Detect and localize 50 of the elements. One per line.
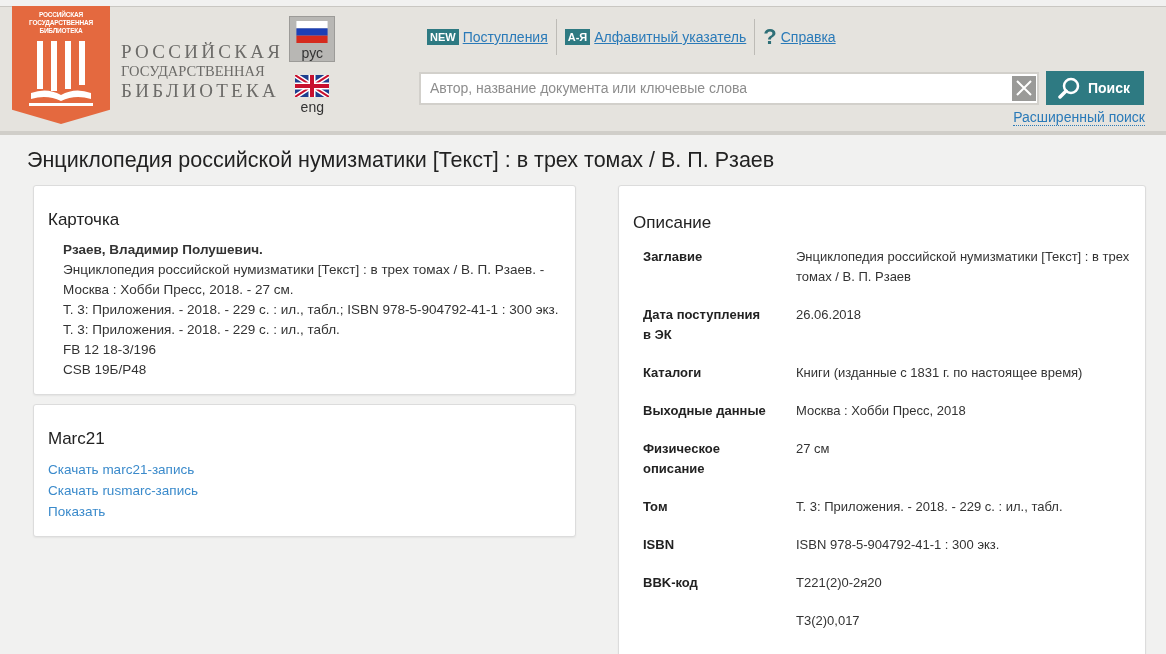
page-title: Энциклопедия российской нумизматики [Текст] : в трех томах / В. П. Рзаев [27, 148, 776, 173]
field-value: Т. 3: Приложения. - 2018. - 229 с. : ил., табл. [796, 498, 1064, 516]
field-label: Заглавие [643, 249, 703, 264]
columns-book-drawing [29, 41, 93, 107]
clear-button[interactable] [1012, 75, 1036, 101]
record-line: Т. 3: Приложения. - 2018. - 229 с. : ил., табл.; ISBN 978-5-904792-41-1 : 300 экз. [63, 301, 560, 319]
search-icon [1058, 77, 1082, 99]
field-label: BBK-код [643, 575, 698, 590]
field-value: 27 см [796, 440, 831, 458]
field-value: ISBN 978-5-904792-41-1 : 300 экз. [796, 536, 1001, 554]
flag-icon [295, 75, 330, 97]
card-heading: Карточка [48, 210, 121, 230]
help-icon: ? [763, 26, 777, 48]
field-label: Том [643, 499, 668, 514]
field-label: Каталоги [643, 365, 702, 380]
field-value: Т3(2)0,017 [796, 612, 861, 630]
language-option[interactable]: eng [289, 70, 336, 116]
download-link[interactable]: Скачать marc21-запись [48, 462, 195, 477]
nav-link[interactable]: Алфавитный указатель [594, 29, 747, 45]
flag-icon [295, 21, 330, 43]
field-label: Дата поступления в ЭК [643, 307, 761, 342]
field-label: Выходные данные [643, 403, 766, 418]
field-value: Москва : Хобби Пресс, 2018 [796, 402, 967, 420]
library-name: РОССИЙСКАЯ [121, 41, 284, 62]
author-name: Рзаев, Владимир Полушевич. [63, 241, 264, 259]
field-label: Физическое описание [643, 441, 720, 476]
field-value: Энциклопедия российской нумизматики [Текст] : в трех томах / В. П. Рзаев [796, 248, 1131, 286]
card-heading: Marc21 [48, 429, 106, 449]
language-option[interactable]: рус [289, 16, 336, 62]
field-value: 26.06.2018 [796, 306, 863, 324]
download-link[interactable]: Показать [48, 504, 106, 519]
nav-link[interactable]: Поступления [462, 29, 548, 45]
library-name: ГОСУДАРСТВЕННАЯ [121, 62, 266, 80]
record-line: Энциклопедия российской нумизматики [Текст] : в трех томах / В. П. Рзаев. - Москва : Хобби Пресс, 2018. - 27 см. [63, 261, 546, 299]
library-name: БИБЛИОТЕКА [121, 80, 280, 101]
card-heading: Описание [633, 213, 713, 233]
search-button[interactable]: Поиск [1046, 71, 1144, 105]
label-badge: А-Я [564, 29, 591, 45]
nav-link[interactable]: Справка [780, 29, 836, 45]
record-line: FB 12 18-3/196 [63, 341, 158, 359]
download-link[interactable]: Скачать rusmarc-запись [48, 483, 198, 498]
advanced-search-link[interactable]: Расширенный поиск [1013, 109, 1145, 126]
record-line: Т. 3: Приложения. - 2018. - 229 с. : ил., табл. [63, 321, 341, 339]
record-line: CSB 19Б/Р48 [63, 361, 148, 379]
field-value: Т221(2)0-2я20 [796, 574, 883, 592]
field-label: ISBN [643, 537, 675, 552]
field-value: Книги (изданные с 1831 г. по настоящее время) [796, 364, 1084, 382]
label-badge: NEW [427, 29, 459, 45]
close-icon [1016, 80, 1032, 96]
search-field[interactable]: Автор, название документа или ключевые слова [419, 71, 1039, 105]
